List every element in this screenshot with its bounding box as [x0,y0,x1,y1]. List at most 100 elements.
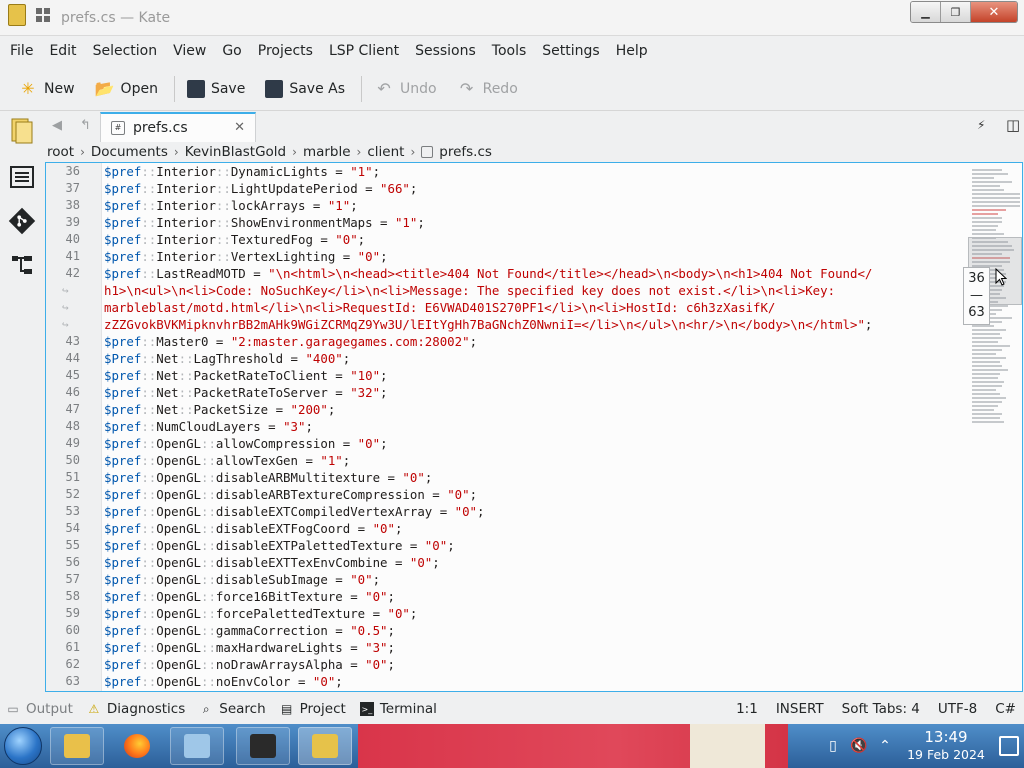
split-view-icon[interactable]: ◫ [1006,116,1020,134]
tab-prefs-cs[interactable]: # prefs.cs ✕ [100,112,256,142]
code-line[interactable]: 61 $pref::OpenGL::maxHardwareLights = "3"… [46,639,966,656]
syntax-mode[interactable]: C# [995,701,1016,717]
menu-view[interactable]: View [167,43,212,59]
code-line[interactable]: 55 $pref::OpenGL::disableEXTPalettedTextu… [46,537,966,554]
menu-tools[interactable]: Tools [486,43,533,59]
code-line[interactable]: 52 $pref::OpenGL::disableARBTextureCompre… [46,486,966,503]
window-menu-icon[interactable] [36,8,50,22]
code-line[interactable]: 48 $pref::NumCloudLayers = "3"; [46,418,966,435]
diagnostics-tab[interactable]: ⚠ Diagnostics [87,701,186,717]
cursor-position[interactable]: 1:1 [736,701,758,717]
breadcrumb-item-client[interactable]: client [367,144,404,160]
code-text[interactable]: zZZGvokBVKMipknvhrBB2mAHk9WGiZCRMqZ9Yw3U… [104,316,872,333]
menu-sessions[interactable]: Sessions [409,43,482,59]
code-line[interactable]: 50 $pref::OpenGL::allowTexGen = "1"; [46,452,966,469]
maximize-button[interactable]: ❐ [941,2,971,22]
code-line-wrapped[interactable]: ↪ h1>\n<ul>\n<li>Code: NoSuchKey</li>\n<l… [46,282,966,299]
code-area[interactable]: 36 $pref::Interior::DynamicLights = "1"; 3… [46,163,966,690]
code-text[interactable]: $pref::OpenGL::disableEXTPalettedTexture… [104,537,455,554]
search-tab[interactable]: ⌕ Search [199,701,266,717]
tab-close-icon[interactable]: ✕ [234,120,245,135]
code-line[interactable]: 54 $pref::OpenGL::disableEXTFogCoord = "0… [46,520,966,537]
taskbar-terminal[interactable] [236,727,290,765]
code-text[interactable]: $pref::OpenGL::disableEXTTexEnvCombine =… [104,554,440,571]
code-line[interactable]: 44 $Pref::Net::LagThreshold = "400"; [46,350,966,367]
code-text[interactable]: $pref::LastReadMOTD = "\n<html>\n<head><… [104,265,872,282]
breadcrumb-item-root[interactable]: root [47,144,74,160]
start-button[interactable] [4,727,42,765]
code-line[interactable]: 39 $pref::Interior::ShowEnvironmentMaps =… [46,214,966,231]
code-line[interactable]: 58 $pref::OpenGL::force16BitTexture = "0"… [46,588,966,605]
code-text[interactable]: $pref::OpenGL::maxHardwareLights = "3"; [104,639,395,656]
quick-open-icon[interactable]: ⚡ [977,118,985,132]
code-text[interactable]: $pref::OpenGL::gammaCorrection = "0.5"; [104,622,395,639]
code-line-wrapped[interactable]: ↪ marbleblast/motd.html</li>\n<li>Request… [46,299,966,316]
taskbar-kate[interactable] [298,727,352,765]
code-line[interactable]: 51 $pref::OpenGL::disableARBMultitexture … [46,469,966,486]
code-line[interactable]: 60 $pref::OpenGL::gammaCorrection = "0.5"… [46,622,966,639]
code-text[interactable]: $pref::OpenGL::noEnvColor = "0"; [104,673,343,690]
taskbar-file-explorer[interactable] [50,727,104,765]
close-button[interactable]: ✕ [971,2,1017,22]
encoding[interactable]: UTF-8 [938,701,977,717]
code-line[interactable]: 59 $pref::OpenGL::forcePalettedTexture = … [46,605,966,622]
project-tab[interactable]: ▤ Project [280,701,346,717]
code-text[interactable]: marbleblast/motd.html</li>\n<li>RequestI… [104,299,775,316]
symbols-list-icon[interactable] [8,163,36,191]
code-text[interactable]: $Pref::Net::LagThreshold = "400"; [104,350,350,367]
code-text[interactable]: $pref::Interior::DynamicLights = "1"; [104,163,380,180]
volume-mute-icon[interactable]: 🔇 [846,738,872,754]
new-button[interactable]: ✳ New [14,72,81,106]
breadcrumb-item-kevinblastgold[interactable]: KevinBlastGold [185,144,286,160]
menu-projects[interactable]: Projects [252,43,319,59]
menu-selection[interactable]: Selection [87,43,164,59]
taskbar-remote-desktop[interactable] [170,727,224,765]
code-line[interactable]: 37 $pref::Interior::LightUpdatePeriod = "… [46,180,966,197]
code-line[interactable]: 42 $pref::LastReadMOTD = "\n<html>\n<head… [46,265,966,282]
code-text[interactable]: $pref::OpenGL::forcePalettedTexture = "0… [104,605,417,622]
git-icon[interactable] [8,207,36,235]
code-text[interactable]: $pref::Interior::TexturedFog = "0"; [104,231,365,248]
menu-go[interactable]: Go [216,43,247,59]
save-as-button[interactable]: Save As [261,72,351,106]
project-tree-icon[interactable] [8,251,36,279]
breadcrumb-item-file[interactable]: prefs.cs [439,144,492,160]
terminal-tab[interactable]: >_ Terminal [359,701,437,717]
code-text[interactable]: $pref::Interior::LightUpdatePeriod = "66… [104,180,417,197]
code-text[interactable]: $pref::Interior::VertexLighting = "0"; [104,248,388,265]
code-line[interactable]: 46 $pref::Net::PacketRateToServer = "32"; [46,384,966,401]
code-text[interactable]: h1>\n<ul>\n<li>Code: NoSuchKey</li>\n<li… [104,282,835,299]
kate-app-icon[interactable] [8,4,26,26]
menu-lsp-client[interactable]: LSP Client [323,43,405,59]
indentation-setting[interactable]: Soft Tabs: 4 [842,701,920,717]
open-button[interactable]: 📂 Open [91,72,164,106]
code-line[interactable]: 56 $pref::OpenGL::disableEXTTexEnvCombine… [46,554,966,571]
code-line[interactable]: 49 $pref::OpenGL::allowCompression = "0"; [46,435,966,452]
menu-edit[interactable]: Edit [43,43,82,59]
code-text[interactable]: $pref::OpenGL::force16BitTexture = "0"; [104,588,395,605]
code-text[interactable]: $pref::OpenGL::disableSubImage = "0"; [104,571,380,588]
menu-file[interactable]: File [4,43,39,59]
input-mode[interactable]: INSERT [776,701,824,717]
code-line[interactable]: 43 $pref::Master0 = "2:master.garagegames… [46,333,966,350]
code-text[interactable]: $pref::Master0 = "2:master.garagegames.c… [104,333,477,350]
breadcrumb-item-documents[interactable]: Documents [91,144,168,160]
code-line[interactable]: 41 $pref::Interior::VertexLighting = "0"; [46,248,966,265]
output-tab[interactable]: ▭ Output [6,701,73,717]
undo-button[interactable]: ↶ Undo [370,72,443,106]
clock[interactable]: 13:49 19 Feb 2024 [898,729,994,763]
next-tab-icon[interactable]: ↰ [80,118,91,133]
code-text[interactable]: $pref::OpenGL::disableEXTFogCoord = "0"; [104,520,402,537]
code-text[interactable]: $pref::OpenGL::disableARBMultitexture = … [104,469,432,486]
code-line[interactable]: 38 $pref::Interior::lockArrays = "1"; [46,197,966,214]
code-line[interactable]: 63 $pref::OpenGL::noEnvColor = "0"; [46,673,966,690]
code-text[interactable]: $pref::OpenGL::noDrawArraysAlpha = "0"; [104,656,395,673]
taskbar-firefox[interactable] [110,727,164,765]
code-text[interactable]: $pref::Net::PacketSize = "200"; [104,401,335,418]
code-line[interactable]: 57 $pref::OpenGL::disableSubImage = "0"; [46,571,966,588]
previous-tab-icon[interactable]: ◀ [52,118,62,133]
code-line[interactable]: 47 $pref::Net::PacketSize = "200"; [46,401,966,418]
code-line[interactable]: 36 $pref::Interior::DynamicLights = "1"; [46,163,966,180]
code-text[interactable]: $pref::OpenGL::allowCompression = "0"; [104,435,388,452]
code-line[interactable]: 62 $pref::OpenGL::noDrawArraysAlpha = "0"… [46,656,966,673]
